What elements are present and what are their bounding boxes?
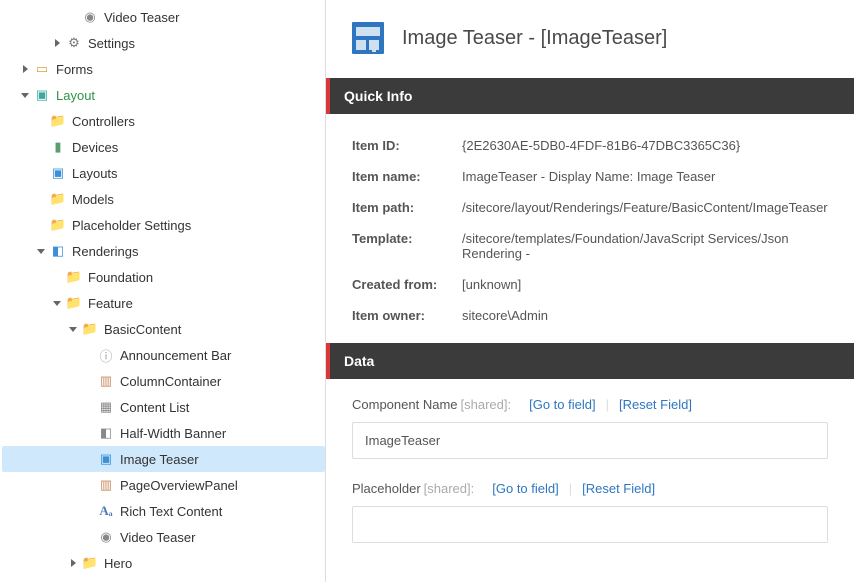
quickinfo-row: Item path: /sitecore/layout/Renderings/F… [326, 192, 854, 223]
tree-item-forms[interactable]: ▭ Forms [2, 56, 325, 82]
quickinfo-label: Item name: [352, 169, 462, 184]
info-icon: ⓘ [98, 347, 114, 363]
quickinfo-label: Item owner: [352, 308, 462, 323]
tree-item-hero[interactable]: 📁 Hero [2, 550, 325, 576]
expander-icon[interactable] [18, 88, 32, 102]
field-label: Component Name [352, 397, 458, 412]
expander-icon[interactable] [18, 62, 32, 76]
richtext-icon: Aₐ [98, 503, 114, 519]
item-title-bar: Image Teaser - [ImageTeaser] [326, 0, 854, 74]
folder-icon: 📁 [82, 555, 98, 571]
item-title: Image Teaser - [ImageTeaser] [402, 27, 667, 50]
quickinfo-value: /sitecore/layout/Renderings/Feature/Basi… [462, 200, 828, 215]
tree-item-column-container[interactable]: ▥ ColumnContainer [2, 368, 325, 394]
quickinfo-row: Item owner: sitecore\Admin [326, 300, 854, 331]
shared-tag: [shared]: [424, 481, 475, 496]
gear-icon: ⚙ [66, 35, 82, 51]
quickinfo-label: Item ID: [352, 138, 462, 153]
tree-item-rich-text-content[interactable]: Aₐ Rich Text Content [2, 498, 325, 524]
folder-icon: 📁 [82, 321, 98, 337]
field-placeholder: Placeholder [shared]: [Go to field] | [R… [326, 463, 854, 547]
quickinfo-row: Template: /sitecore/templates/Foundation… [326, 223, 854, 269]
tree-item-renderings[interactable]: ◧ Renderings [2, 238, 325, 264]
reset-field-link[interactable]: [Reset Field] [582, 481, 655, 496]
tree-item-basiccontent[interactable]: 📁 BasicContent [2, 316, 325, 342]
go-to-field-link[interactable]: [Go to field] [529, 397, 595, 412]
list-icon: ▦ [98, 399, 114, 415]
tree-item-feature[interactable]: 📁 Feature [2, 290, 325, 316]
quickinfo-row: Item name: ImageTeaser - Display Name: I… [326, 161, 854, 192]
quickinfo-value: ImageTeaser - Display Name: Image Teaser [462, 169, 828, 184]
quickinfo-row: Item ID: {2E2630AE-5DB0-4FDF-81B6-47DBC3… [326, 130, 854, 161]
component-name-input[interactable] [352, 422, 828, 459]
renderings-icon: ◧ [50, 243, 66, 259]
folder-icon: ▣ [34, 87, 50, 103]
expander-icon[interactable] [50, 36, 64, 50]
content-editor: Image Teaser - [ImageTeaser] Quick Info … [326, 0, 854, 582]
quickinfo-value: {2E2630AE-5DB0-4FDF-81B6-47DBC3365C36} [462, 138, 828, 153]
tree-item-placeholder-settings[interactable]: 📁 Placeholder Settings [2, 212, 325, 238]
device-icon: ▮ [50, 139, 66, 155]
section-quick-info[interactable]: Quick Info [326, 78, 854, 114]
expander-icon[interactable] [66, 322, 80, 336]
tree-item-models[interactable]: 📁 Models [2, 186, 325, 212]
placeholder-input[interactable] [352, 506, 828, 543]
tree-item-video-teaser[interactable]: ◉ Video Teaser [2, 524, 325, 550]
tree-item-image-teaser[interactable]: ▣ Image Teaser [2, 446, 325, 472]
expander-icon[interactable] [50, 296, 64, 310]
quickinfo-label: Item path: [352, 200, 462, 215]
tree-item-navigation[interactable]: 📁 Navigation [2, 576, 325, 582]
tree-item-devices[interactable]: ▮ Devices [2, 134, 325, 160]
tree-item-layout[interactable]: ▣ Layout [2, 82, 325, 108]
banner-icon: ◧ [98, 425, 114, 441]
tree-item-settings[interactable]: ⚙ Settings [2, 30, 325, 56]
folder-icon: 📁 [50, 191, 66, 207]
tree-item-page-overview-panel[interactable]: ▥ PageOverviewPanel [2, 472, 325, 498]
shared-tag: [shared]: [461, 397, 512, 412]
reset-field-link[interactable]: [Reset Field] [619, 397, 692, 412]
video-icon: ◉ [82, 9, 98, 25]
quickinfo-label: Created from: [352, 277, 462, 292]
image-icon: ▣ [98, 451, 114, 467]
panel-icon: ▥ [98, 477, 114, 493]
folder-icon: 📁 [50, 217, 66, 233]
folder-icon: 📁 [50, 113, 66, 129]
expander-icon[interactable] [66, 556, 80, 570]
tree-item-content-list[interactable]: ▦ Content List [2, 394, 325, 420]
folder-icon: 📁 [66, 295, 82, 311]
quickinfo-value: sitecore\Admin [462, 308, 828, 323]
go-to-field-link[interactable]: [Go to field] [492, 481, 558, 496]
tree-item-layouts[interactable]: ▣ Layouts [2, 160, 325, 186]
tree-item-half-width-banner[interactable]: ◧ Half-Width Banner [2, 420, 325, 446]
content-tree[interactable]: ◉ Video Teaser ⚙ Settings ▭ Forms ▣ Layo… [0, 0, 326, 582]
folder-icon: 📁 [66, 269, 82, 285]
columns-icon: ▥ [98, 373, 114, 389]
field-label: Placeholder [352, 481, 421, 496]
layouts-icon: ▣ [50, 165, 66, 181]
expander-icon[interactable] [34, 244, 48, 258]
quickinfo-row: Created from: [unknown] [326, 269, 854, 300]
image-teaser-icon [352, 22, 384, 54]
separator: | [606, 397, 609, 412]
tree-item-foundation[interactable]: 📁 Foundation [2, 264, 325, 290]
tree-item-video-teaser-top[interactable]: ◉ Video Teaser [2, 4, 325, 30]
folder-icon: ▭ [34, 61, 50, 77]
section-data[interactable]: Data [326, 343, 854, 379]
tree-item-announcement-bar[interactable]: ⓘ Announcement Bar [2, 342, 325, 368]
quickinfo-value: /sitecore/templates/Foundation/JavaScrip… [462, 231, 828, 261]
quickinfo-label: Template: [352, 231, 462, 261]
separator: | [569, 481, 572, 496]
field-component-name: Component Name [shared]: [Go to field] |… [326, 379, 854, 463]
tree-item-controllers[interactable]: 📁 Controllers [2, 108, 325, 134]
video-icon: ◉ [98, 529, 114, 545]
quickinfo-value: [unknown] [462, 277, 828, 292]
